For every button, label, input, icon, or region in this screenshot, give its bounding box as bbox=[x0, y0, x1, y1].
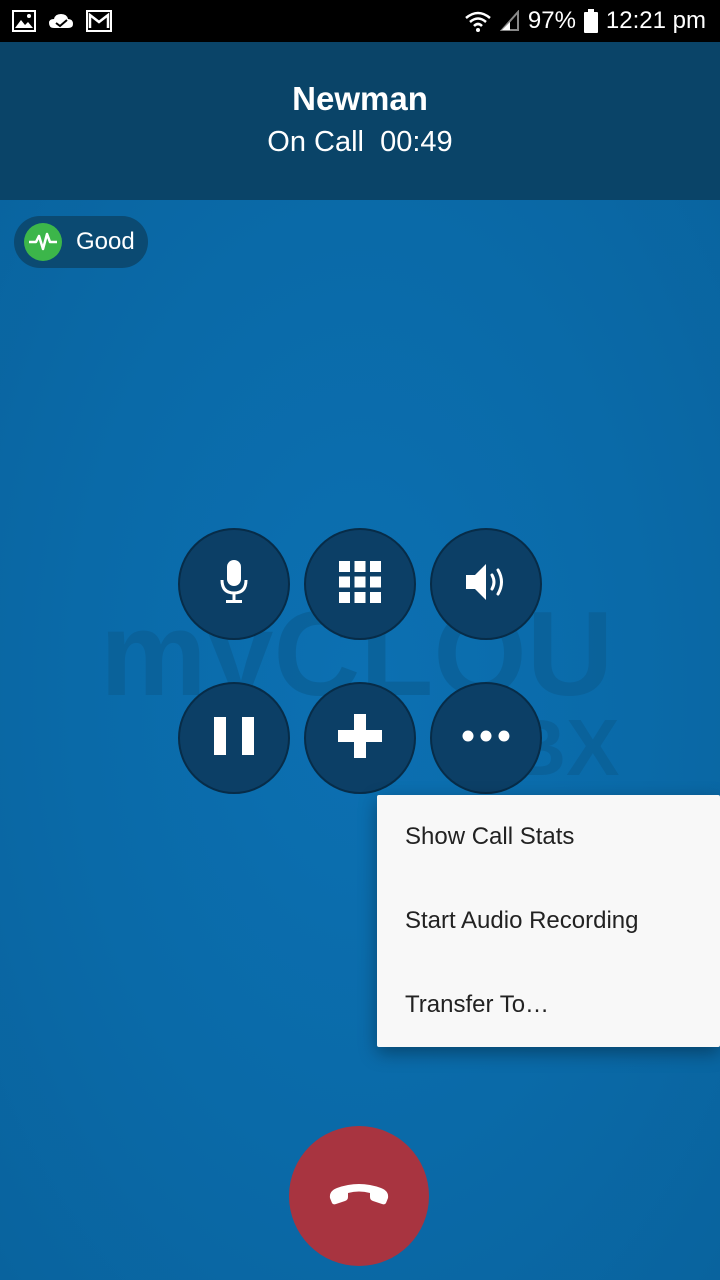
add-call-button[interactable] bbox=[304, 682, 416, 794]
overflow-menu: Show Call Stats Start Audio Recording Tr… bbox=[377, 795, 720, 1047]
image-icon bbox=[12, 10, 36, 32]
mute-button[interactable] bbox=[178, 528, 290, 640]
call-quality-indicator[interactable]: Good bbox=[14, 216, 148, 268]
speaker-button[interactable] bbox=[430, 528, 542, 640]
call-quality-label: Good bbox=[76, 228, 135, 255]
menu-item-start-audio-recording[interactable]: Start Audio Recording bbox=[377, 879, 720, 963]
signal-icon bbox=[499, 10, 520, 32]
hang-up-icon bbox=[327, 1181, 391, 1212]
battery-icon bbox=[583, 9, 598, 33]
status-bar: 97% 12:21 pm bbox=[0, 0, 720, 42]
microphone-icon bbox=[219, 559, 249, 610]
menu-item-transfer-to[interactable]: Transfer To… bbox=[377, 963, 720, 1047]
call-area: myCLOUD PBX Good bbox=[0, 200, 720, 1280]
battery-percent: 97% bbox=[527, 7, 576, 34]
dialpad-icon bbox=[339, 560, 381, 608]
hold-button[interactable] bbox=[178, 682, 290, 794]
menu-item-show-call-stats[interactable]: Show Call Stats bbox=[377, 795, 720, 879]
speaker-icon bbox=[464, 560, 508, 609]
keypad-button[interactable] bbox=[304, 528, 416, 640]
pause-icon bbox=[214, 716, 254, 760]
plus-icon bbox=[338, 713, 382, 763]
wifi-icon bbox=[464, 10, 492, 32]
clock: 12:21 pm bbox=[605, 7, 706, 34]
more-dots-icon bbox=[462, 729, 510, 747]
call-status: On Call 00:49 bbox=[267, 125, 453, 158]
more-button[interactable] bbox=[430, 682, 542, 794]
call-header: Newman On Call 00:49 bbox=[0, 42, 720, 200]
pulse-icon bbox=[24, 223, 62, 261]
caller-name: Newman bbox=[292, 79, 428, 117]
notification-icons bbox=[12, 10, 112, 32]
gmail-icon bbox=[86, 10, 112, 32]
cloud-icon bbox=[48, 12, 74, 30]
end-call-button[interactable] bbox=[289, 1126, 429, 1266]
system-status: 97% 12:21 pm bbox=[464, 7, 706, 35]
